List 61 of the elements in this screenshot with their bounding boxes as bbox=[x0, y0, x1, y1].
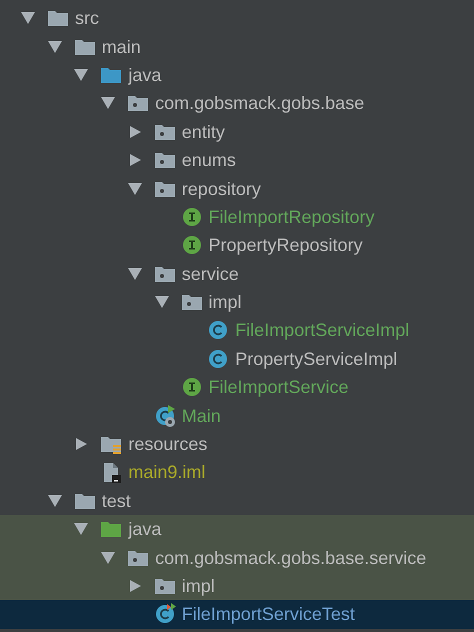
expand-arrow-icon[interactable] bbox=[101, 552, 116, 564]
expand-arrow-icon[interactable] bbox=[154, 296, 168, 308]
tree-item-label: main bbox=[102, 38, 141, 56]
tree-row[interactable]: Main bbox=[0, 401, 474, 430]
tree-item-label: java bbox=[128, 66, 162, 84]
tree-row[interactable]: FileImportRepository bbox=[0, 202, 474, 232]
expand-arrow-icon[interactable] bbox=[74, 523, 88, 536]
tree-item-label: Main bbox=[182, 406, 221, 425]
tree-row[interactable]: FileImportServiceTest bbox=[0, 600, 474, 629]
tree-item-label: com.gobsmack.gobs.base bbox=[155, 94, 364, 112]
runnable-class-icon bbox=[154, 404, 176, 427]
tree-row[interactable]: enums bbox=[0, 146, 474, 174]
tree-row[interactable]: resources bbox=[0, 430, 474, 458]
tree-item-label: enums bbox=[182, 151, 236, 170]
tree-row[interactable]: PropertyServiceImpl bbox=[0, 344, 474, 374]
class-icon bbox=[207, 348, 230, 370]
expand-arrow-icon[interactable] bbox=[74, 68, 88, 81]
tree-item-label: PropertyRepository bbox=[208, 236, 363, 254]
tree-item-label: PropertyServiceImpl bbox=[235, 350, 398, 368]
expand-arrow-icon[interactable] bbox=[48, 494, 62, 507]
tree-item-label: src bbox=[75, 9, 99, 28]
interface-icon bbox=[180, 234, 202, 256]
tree-row[interactable]: com.gobsmack.gobs.base.service bbox=[0, 543, 474, 572]
expand-arrow-icon[interactable] bbox=[21, 12, 35, 24]
tree-row[interactable]: main bbox=[0, 32, 474, 61]
tree-row[interactable]: impl bbox=[0, 288, 474, 316]
tree-item-label: impl bbox=[208, 293, 242, 312]
tree-item-label: service bbox=[182, 264, 239, 283]
tree-row[interactable]: FileImportServiceImpl bbox=[0, 316, 474, 345]
tree-row[interactable]: main9.iml bbox=[0, 458, 474, 487]
tree-item-label: com.gobsmack.gobs.base.service bbox=[155, 548, 426, 567]
tree-item-label: impl bbox=[182, 577, 215, 595]
expand-arrow-icon[interactable] bbox=[128, 268, 142, 280]
tree-row[interactable]: PropertyRepository bbox=[0, 231, 474, 260]
tree-item-label: repository bbox=[182, 180, 261, 198]
tree-item-label: FileImportRepository bbox=[208, 208, 375, 226]
interface-icon bbox=[180, 206, 202, 228]
tree-row[interactable]: test bbox=[0, 486, 474, 516]
tree-row[interactable]: entity bbox=[0, 118, 474, 146]
tree-item-label: FileImportServiceImpl bbox=[235, 321, 410, 340]
tree-row[interactable]: repository bbox=[0, 174, 474, 203]
interface-icon bbox=[180, 376, 202, 398]
tree-item-label: FileImportServiceTest bbox=[182, 605, 355, 624]
expand-arrow-icon[interactable] bbox=[48, 40, 62, 53]
tree-row[interactable]: java bbox=[0, 60, 474, 90]
tree-item-label: FileImportService bbox=[208, 378, 349, 396]
tree-row[interactable]: service bbox=[0, 260, 474, 288]
tree-item-label: entity bbox=[182, 122, 225, 141]
tree-row[interactable]: java bbox=[0, 515, 474, 544]
tree-item-label: java bbox=[128, 520, 162, 538]
class-icon bbox=[207, 319, 230, 342]
test-class-icon bbox=[154, 603, 176, 626]
tree-row[interactable]: FileImportService bbox=[0, 373, 474, 402]
expand-arrow-icon[interactable] bbox=[101, 97, 116, 110]
tree-row[interactable]: src bbox=[0, 4, 474, 32]
tree-item-label: main9.iml bbox=[128, 463, 206, 482]
tree-row[interactable]: com.gobsmack.gobs.base bbox=[0, 89, 474, 118]
tree-item-label: resources bbox=[128, 435, 208, 454]
tree-row[interactable]: impl bbox=[0, 572, 474, 600]
expand-arrow-icon[interactable] bbox=[128, 182, 142, 195]
tree-item-label: test bbox=[102, 492, 131, 510]
